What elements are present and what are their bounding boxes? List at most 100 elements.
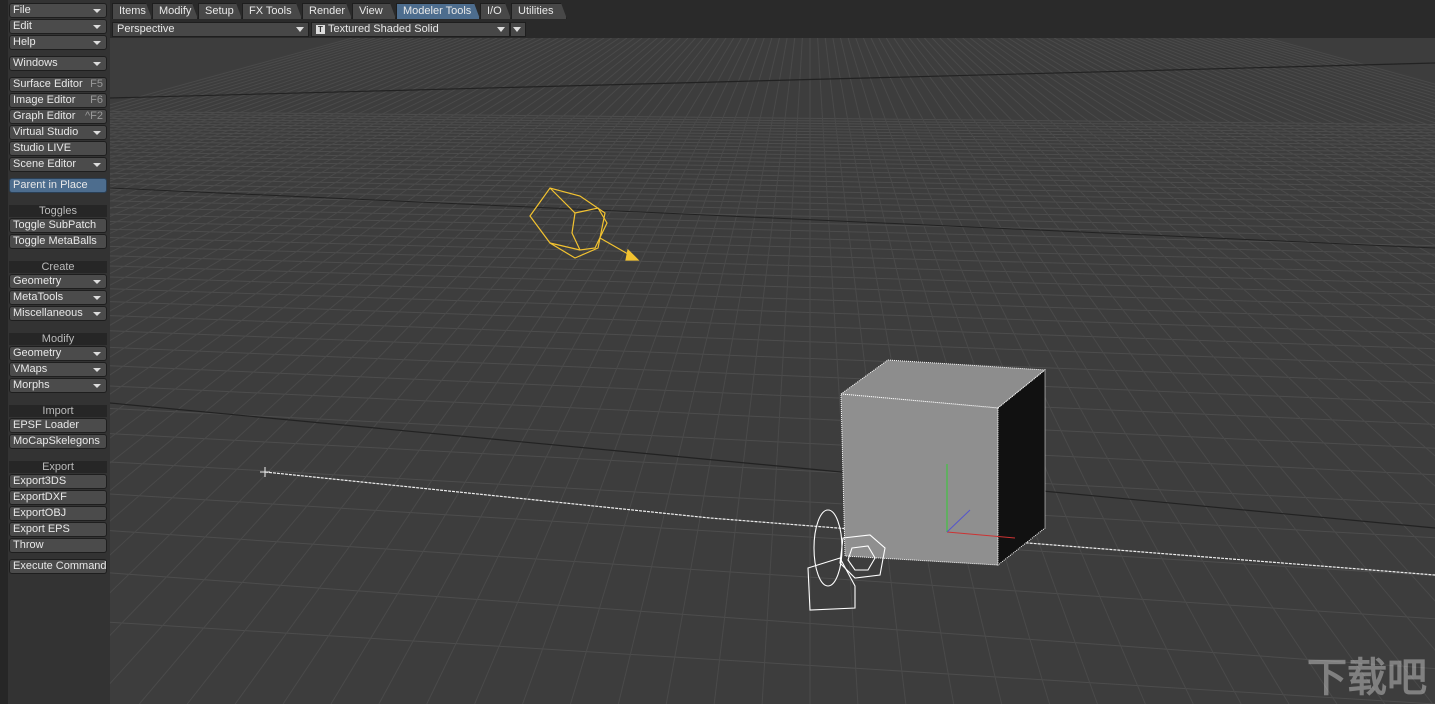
export-eps-button[interactable]: Export EPS — [9, 522, 107, 537]
tab-setup[interactable]: Setup — [198, 3, 242, 19]
label: ExportOBJ — [13, 507, 67, 519]
shortcut: ^F2 — [85, 110, 103, 122]
chevron-down-icon — [93, 41, 101, 45]
label: Studio LIVE — [13, 142, 72, 154]
parent-in-place-button[interactable]: Parent in Place — [9, 178, 107, 193]
virtual-studio-menu[interactable]: Virtual Studio — [9, 125, 107, 140]
label: Toggle MetaBalls — [13, 235, 97, 247]
chevron-down-icon — [93, 352, 101, 356]
label: Geometry — [13, 347, 62, 359]
view-type-dropdown[interactable]: Perspective — [112, 22, 309, 37]
label: Miscellaneous — [13, 307, 83, 319]
shortcut: F5 — [90, 78, 103, 90]
help-menu[interactable]: Help — [9, 35, 107, 50]
chevron-down-icon — [93, 384, 101, 388]
create-geometry-menu[interactable]: Geometry — [9, 274, 107, 289]
3d-viewport[interactable]: 下载吧 — [110, 38, 1435, 704]
chevron-down-icon — [296, 27, 304, 32]
texture-icon: T — [316, 25, 325, 34]
label: VMaps — [13, 363, 48, 375]
label: EPSF Loader — [13, 419, 80, 431]
label: Morphs — [13, 379, 50, 391]
label: Image Editor — [13, 94, 76, 106]
chevron-down-icon — [93, 280, 101, 284]
shading-mode-label: Textured Shaded Solid — [328, 23, 439, 35]
label: Geometry — [13, 275, 62, 287]
morphs-menu[interactable]: Morphs — [9, 378, 107, 393]
label: Execute Command — [13, 560, 107, 572]
chevron-down-icon — [497, 27, 505, 32]
chevron-down-icon — [93, 25, 101, 29]
export-header: Export — [9, 461, 107, 473]
toggle-subpatch-button[interactable]: Toggle SubPatch — [9, 218, 107, 233]
label: Toggle SubPatch — [13, 219, 97, 231]
windows-label: Windows — [13, 57, 58, 69]
shortcut: F6 — [90, 94, 103, 106]
import-header: Import — [9, 405, 107, 417]
tab-view[interactable]: View — [352, 3, 396, 19]
miscellaneous-menu[interactable]: Miscellaneous — [9, 306, 107, 321]
cube-object[interactable] — [839, 359, 1047, 567]
label: Parent in Place — [13, 179, 88, 191]
chevron-down-icon — [93, 368, 101, 372]
chevron-down-icon — [93, 62, 101, 66]
shading-mode-dropdown[interactable]: T Textured Shaded Solid — [311, 22, 510, 37]
label: MetaTools — [13, 291, 64, 303]
chevron-down-icon — [513, 27, 521, 32]
label: Export EPS — [13, 523, 70, 535]
scene-objects — [260, 187, 1435, 611]
edit-label: Edit — [13, 20, 32, 32]
image-editor-button[interactable]: Image Editor F6 — [9, 93, 107, 108]
tab-fx-tools[interactable]: FX Tools — [242, 3, 302, 19]
studio-live-button[interactable]: Studio LIVE — [9, 141, 107, 156]
windows-menu[interactable]: Windows — [9, 56, 107, 71]
label: Throw — [13, 539, 44, 551]
label: Surface Editor — [13, 78, 83, 90]
label: Virtual Studio — [13, 126, 79, 138]
create-header: Create — [9, 261, 107, 273]
chevron-down-icon — [93, 312, 101, 316]
tab-bar: Items Modify Setup FX Tools Render View … — [110, 0, 1435, 20]
chevron-down-icon — [93, 9, 101, 13]
scene-editor-menu[interactable]: Scene Editor — [9, 157, 107, 172]
export-dxf-button[interactable]: ExportDXF — [9, 490, 107, 505]
vmaps-menu[interactable]: VMaps — [9, 362, 107, 377]
toolbar-edge — [0, 0, 8, 704]
label: MoCapSkelegons — [13, 435, 100, 447]
tab-items[interactable]: Items — [112, 3, 152, 19]
label: Graph Editor — [13, 110, 76, 122]
chevron-down-icon — [93, 296, 101, 300]
chevron-down-icon — [93, 163, 101, 167]
view-type-label: Perspective — [117, 23, 175, 35]
light-object[interactable] — [529, 187, 640, 261]
edit-menu[interactable]: Edit — [9, 19, 107, 34]
tab-modeler-tools[interactable]: Modeler Tools — [396, 3, 480, 19]
viewport-header: Perspective T Textured Shaded Solid — [110, 20, 1435, 38]
export-obj-button[interactable]: ExportOBJ — [9, 506, 107, 521]
tab-render[interactable]: Render — [302, 3, 352, 19]
execute-command-button[interactable]: Execute Command — [9, 559, 107, 574]
left-toolbar: File Edit Help Windows Surface Editor F5 … — [0, 0, 110, 704]
mocap-skelegons-button[interactable]: MoCapSkelegons — [9, 434, 107, 449]
surface-editor-button[interactable]: Surface Editor F5 — [9, 77, 107, 92]
label: ExportDXF — [13, 491, 67, 503]
viewport-options-dropdown[interactable] — [510, 22, 526, 37]
label: Scene Editor — [13, 158, 76, 170]
label: Export3DS — [13, 475, 67, 487]
metatools-menu[interactable]: MetaTools — [9, 290, 107, 305]
throw-button[interactable]: Throw — [9, 538, 107, 553]
toggles-header: Toggles — [9, 205, 107, 217]
watermark-logo: 下载吧 — [1307, 656, 1427, 700]
epsf-loader-button[interactable]: EPSF Loader — [9, 418, 107, 433]
tab-utilities[interactable]: Utilities — [511, 3, 567, 19]
file-menu[interactable]: File — [9, 3, 107, 18]
modify-geometry-menu[interactable]: Geometry — [9, 346, 107, 361]
tab-io[interactable]: I/O — [480, 3, 511, 19]
chevron-down-icon — [93, 131, 101, 135]
tab-modify[interactable]: Modify — [152, 3, 198, 19]
export-3ds-button[interactable]: Export3DS — [9, 474, 107, 489]
file-label: File — [13, 4, 31, 16]
toggle-metaballs-button[interactable]: Toggle MetaBalls — [9, 234, 107, 249]
help-label: Help — [13, 36, 36, 48]
graph-editor-button[interactable]: Graph Editor ^F2 — [9, 109, 107, 124]
